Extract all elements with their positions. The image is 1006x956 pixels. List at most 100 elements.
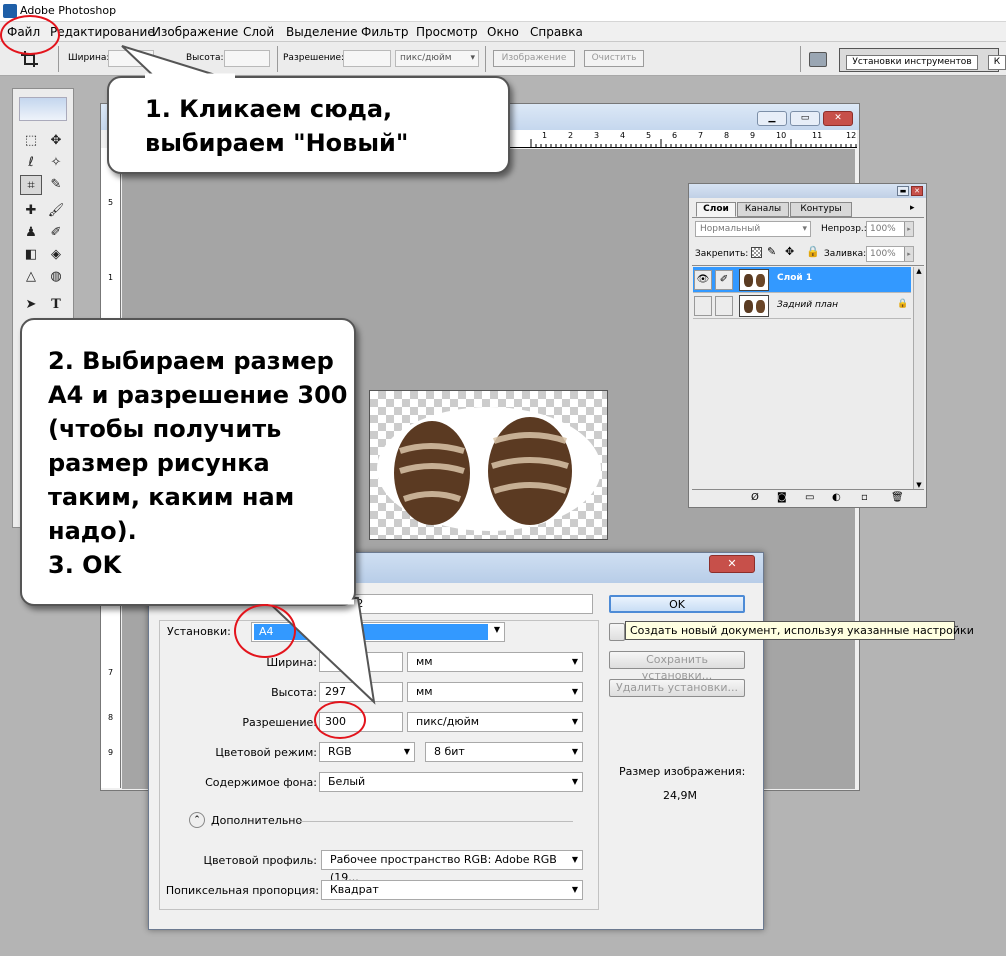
fill-input[interactable]: 100% ▸ — [866, 246, 914, 262]
brush-link-icon[interactable]: ✐ — [715, 270, 733, 290]
color-profile-select[interactable]: Рабочее пространство RGB: Adobe RGB (19.… — [321, 850, 583, 884]
minimize-button[interactable]: ▁ — [757, 111, 787, 126]
tab-paths[interactable]: Контуры — [790, 202, 852, 217]
pine-cones-image[interactable] — [369, 390, 608, 540]
photoshop-feather-icon[interactable] — [19, 97, 67, 121]
bit-depth-select[interactable]: 8 бит ▼ — [425, 742, 583, 762]
callout-2-line: 3. OK — [48, 551, 122, 579]
color-mode-label: Цветовой режим: — [215, 746, 317, 759]
menu-edit[interactable]: Редактирование — [50, 25, 155, 39]
ruler-label: 3 — [594, 131, 600, 140]
image-size-label: Размер изображения: — [619, 765, 746, 778]
ruler-label: 5 — [646, 131, 652, 140]
resolution-unit-select[interactable]: пикс/дюйм ▾ — [395, 50, 479, 67]
tab-layers[interactable]: Слои — [696, 202, 736, 217]
save-preset-button[interactable]: Сохранить установки... — [609, 651, 745, 682]
background-contents-select[interactable]: Белый ▼ — [319, 772, 583, 792]
highlight-oval-resolution — [314, 701, 366, 739]
lock-pixels-icon[interactable]: ✎ — [767, 245, 776, 258]
menu-image[interactable]: Изображение — [152, 25, 238, 39]
ruler-label: 9 — [750, 131, 756, 140]
pixel-aspect-select[interactable]: Квадрат ▼ — [321, 880, 583, 900]
photoshop-logo-icon — [3, 4, 17, 18]
ruler-label: 8 — [724, 131, 730, 140]
visibility-eye-icon[interactable]: 👁 — [694, 270, 712, 290]
callout-pointer-1-joint — [145, 73, 235, 79]
dodge-tool-icon[interactable]: ◍ — [45, 267, 67, 287]
link-toggle[interactable] — [715, 296, 733, 316]
color-mode-select[interactable]: RGB ▼ — [319, 742, 415, 762]
advanced-toggle-icon[interactable]: ⌃ — [189, 812, 205, 828]
layer-style-icon[interactable]: Ø — [751, 492, 759, 503]
tab-channels[interactable]: Каналы — [737, 202, 789, 217]
opacity-label: Непрозр.: — [821, 224, 867, 234]
slice-tool-icon[interactable]: ✎ — [45, 175, 67, 195]
clear-button[interactable]: Очистить — [584, 50, 644, 67]
ruler-label: 1 — [542, 131, 548, 140]
new-group-icon[interactable]: ▭ — [805, 492, 814, 503]
lock-position-icon[interactable]: ✥ — [785, 245, 794, 258]
ruler-label: 9 — [108, 748, 114, 757]
brushes-tab[interactable]: К — [988, 55, 1006, 70]
brush-tool-icon[interactable]: 🖌 — [45, 201, 67, 221]
callout-2-line: надо). — [48, 517, 137, 545]
close-button[interactable]: ✕ — [823, 111, 853, 126]
menu-view[interactable]: Просмотр — [416, 25, 478, 39]
separator — [58, 46, 59, 72]
minimize-button[interactable]: ▬ — [897, 186, 909, 196]
close-button[interactable]: ✕ — [709, 555, 755, 573]
ruler-label: 2 — [568, 131, 574, 140]
pine-cones-picture — [377, 407, 601, 531]
menu-filter[interactable]: Фильтр — [361, 25, 408, 39]
eraser-tool-icon[interactable]: ◧ — [20, 245, 42, 265]
layer-thumbnail — [739, 295, 769, 317]
ruler-label: 1 — [108, 273, 114, 282]
new-layer-icon[interactable]: ▫ — [861, 492, 868, 503]
paint-bucket-tool-icon[interactable]: ◈ — [45, 245, 67, 265]
layer-row[interactable]: Задний план 🔒 — [693, 293, 911, 319]
magic-wand-tool-icon[interactable]: ✧ — [45, 153, 67, 173]
cancel-button[interactable] — [609, 623, 625, 641]
tool-presets-tab[interactable]: Установки инструментов — [846, 55, 978, 70]
lock-all-icon[interactable]: 🔒 — [806, 245, 820, 258]
menu-help[interactable]: Справка — [530, 25, 583, 39]
menu-window[interactable]: Окно — [487, 25, 519, 39]
move-tool-icon[interactable]: ✥ — [45, 131, 67, 151]
palette-well-icon[interactable] — [809, 52, 827, 67]
menu-layer[interactable]: Слой — [243, 25, 274, 39]
crop-tool-icon[interactable]: ⌗ — [20, 175, 42, 195]
marquee-tool-icon[interactable]: ⬚ — [20, 131, 42, 151]
width-unit-select[interactable]: мм ▼ — [407, 652, 583, 672]
close-button[interactable]: ✕ — [911, 186, 923, 196]
delete-preset-button[interactable]: Удалить установки... — [609, 679, 745, 697]
type-tool-icon[interactable]: T — [45, 295, 67, 315]
visibility-toggle[interactable] — [694, 296, 712, 316]
panel-menu-icon[interactable]: ▸ — [910, 203, 915, 213]
blur-tool-icon[interactable]: △ — [20, 267, 42, 287]
adjustment-layer-icon[interactable]: ◐ — [832, 492, 841, 503]
menu-select[interactable]: Выделение — [286, 25, 357, 39]
resolution-unit-select[interactable]: пикс/дюйм ▼ — [407, 712, 583, 732]
ruler-label: 10 — [776, 131, 787, 140]
clone-stamp-tool-icon[interactable]: ♟ — [20, 223, 42, 243]
opacity-input[interactable]: 100% ▸ — [866, 221, 914, 237]
height-unit-select[interactable]: мм ▼ — [407, 682, 583, 702]
maximize-button[interactable]: ▭ — [790, 111, 820, 126]
layer-row[interactable]: 👁 ✐ Слой 1 — [693, 267, 911, 293]
layer-mask-icon[interactable]: ◙ — [777, 492, 787, 503]
path-selection-tool-icon[interactable]: ➤ — [20, 295, 42, 315]
callout-bubble-2: 2. Выбираем размер A4 и разрешение 300 (… — [20, 318, 356, 606]
blend-mode-select[interactable]: Нормальный ▾ — [695, 221, 811, 237]
lock-transparency-icon[interactable] — [751, 247, 762, 258]
resolution-input[interactable] — [343, 50, 391, 67]
ok-button[interactable]: OK — [609, 595, 745, 613]
trash-icon[interactable]: 🗑 — [891, 492, 904, 503]
history-brush-tool-icon[interactable]: ✐ — [45, 223, 67, 243]
ruler-label: 4 — [620, 131, 626, 140]
healing-brush-tool-icon[interactable]: ✚ — [20, 201, 42, 221]
lasso-tool-icon[interactable]: ℓ — [20, 153, 42, 173]
front-image-button[interactable]: Изображение — [493, 50, 575, 67]
layers-scrollbar[interactable]: ▲ ▼ — [913, 267, 924, 489]
divider — [692, 265, 924, 266]
callout-1-line-1: 1. Кликаем сюда, — [145, 95, 393, 123]
